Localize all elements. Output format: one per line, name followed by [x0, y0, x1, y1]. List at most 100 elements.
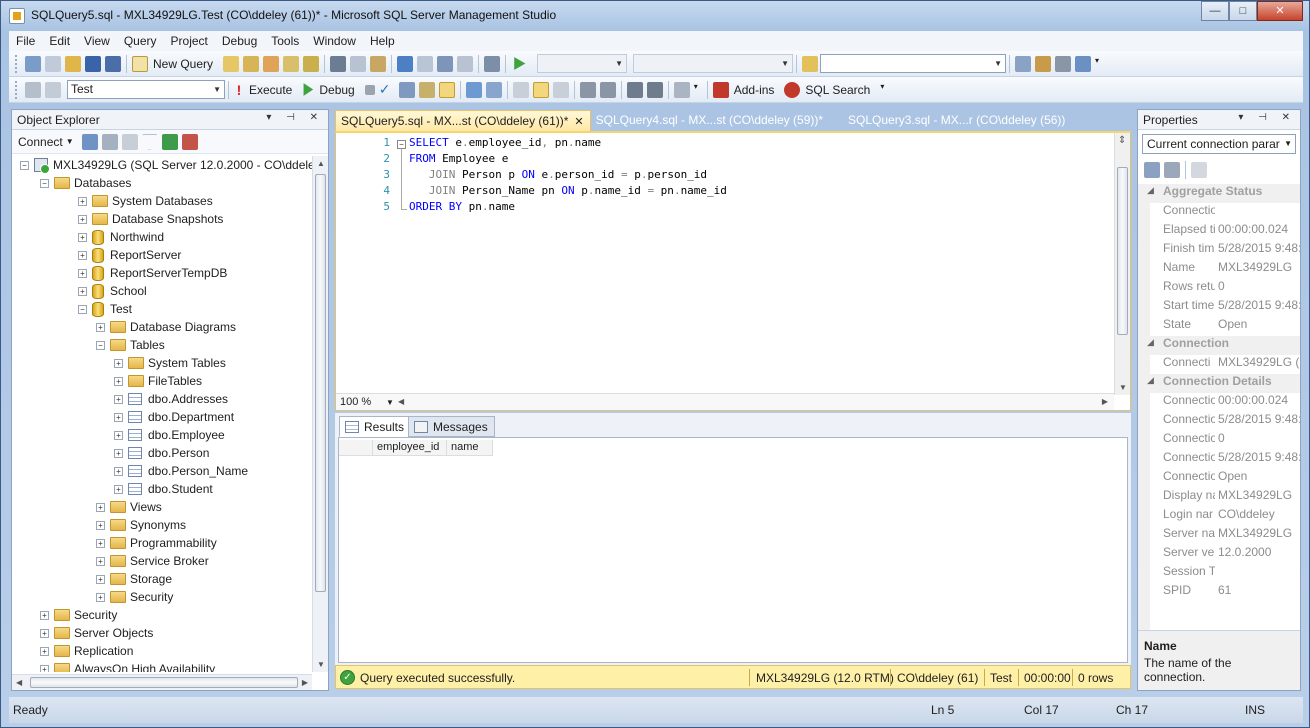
analysis-xmla-query-icon[interactable]: [283, 55, 300, 72]
tree-vertical-scrollbar[interactable]: ▲ ▼: [312, 156, 328, 672]
specify-template-values-icon[interactable]: [673, 81, 690, 98]
scroll-down-icon[interactable]: ▼: [1119, 383, 1127, 392]
results-to-text-icon[interactable]: [512, 81, 529, 98]
add-item-icon[interactable]: [45, 55, 61, 72]
collapse-icon[interactable]: ◢: [1147, 185, 1154, 196]
collapse-icon[interactable]: −: [96, 340, 105, 350]
tree-node[interactable]: + School: [78, 282, 147, 300]
tree-node[interactable]: − MXL34929LG (SQL Server 12.0.2000 - CO\d…: [20, 156, 312, 174]
save-icon[interactable]: [85, 55, 101, 72]
redo-icon[interactable]: [417, 55, 434, 72]
column-header[interactable]: name: [447, 440, 493, 456]
menu-debug[interactable]: Debug: [215, 34, 264, 48]
scroll-right-icon[interactable]: ▶: [302, 678, 308, 687]
tree-node[interactable]: + System Databases: [78, 192, 213, 210]
increase-indent-icon[interactable]: [646, 81, 663, 98]
minimize-button[interactable]: —: [1201, 1, 1229, 21]
tree-node[interactable]: + dbo.Student: [114, 480, 213, 498]
tree-node[interactable]: − Databases: [40, 174, 131, 192]
expand-icon[interactable]: +: [114, 484, 123, 494]
connect-button[interactable]: Connect: [18, 135, 63, 149]
db-engine-query-icon[interactable]: [223, 55, 240, 72]
property-row[interactable]: Connectio 00:00:00.024: [1138, 393, 1300, 412]
collapse-icon[interactable]: ◢: [1147, 375, 1154, 386]
tree-node[interactable]: + System Tables: [114, 354, 226, 372]
tree-node[interactable]: + FileTables: [114, 372, 202, 390]
expand-icon[interactable]: +: [96, 574, 105, 584]
activity-monitor-icon[interactable]: [181, 133, 198, 150]
tab-messages[interactable]: Messages: [408, 416, 495, 437]
expand-icon[interactable]: +: [96, 520, 105, 530]
expand-icon[interactable]: +: [78, 268, 87, 278]
execute-button[interactable]: Execute: [249, 83, 292, 97]
tree-node[interactable]: + dbo.Addresses: [114, 390, 228, 408]
collapse-icon[interactable]: −: [397, 140, 406, 149]
tree-node[interactable]: + Server Objects: [40, 624, 153, 642]
tree-node[interactable]: − Test: [78, 300, 132, 318]
tab-sqlquery5[interactable]: SQLQuery5.sql - MX...st (CO\ddeley (61))…: [335, 110, 591, 131]
sql-search-icon[interactable]: [784, 81, 801, 98]
tree-node[interactable]: + Synonyms: [96, 516, 186, 534]
navigate-backward-icon[interactable]: [437, 55, 454, 72]
tree-node[interactable]: + Security: [96, 588, 173, 606]
change-connection-icon[interactable]: [45, 81, 61, 98]
decrease-indent-icon[interactable]: [626, 81, 643, 98]
results-grid[interactable]: employee_id name: [338, 437, 1128, 663]
new-project-icon[interactable]: [25, 55, 41, 72]
property-row[interactable]: SPID 61: [1138, 583, 1300, 602]
collapse-icon[interactable]: −: [40, 178, 49, 188]
query-designer-icon[interactable]: [418, 81, 435, 98]
properties-window-icon[interactable]: [1055, 55, 1072, 72]
tree-node[interactable]: + ReportServerTempDB: [78, 264, 227, 282]
tree-node[interactable]: + dbo.Department: [114, 408, 234, 426]
tree-node[interactable]: + Replication: [40, 642, 133, 660]
expand-icon[interactable]: +: [96, 538, 105, 548]
expand-icon[interactable]: +: [114, 412, 123, 422]
overflow-icon[interactable]: ▾: [1095, 56, 1103, 72]
solution-config-combo[interactable]: ▼: [537, 54, 628, 73]
scroll-thumb[interactable]: [315, 174, 326, 592]
expand-icon[interactable]: +: [40, 664, 49, 672]
collapse-icon[interactable]: −: [20, 160, 29, 170]
tab-sqlquery3[interactable]: SQLQuery3.sql - MX...r (CO\ddeley (56)): [843, 110, 1071, 131]
results-to-grid-icon[interactable]: [532, 81, 549, 98]
code-line[interactable]: FROM Employee e: [409, 152, 508, 165]
menu-window[interactable]: Window: [306, 34, 363, 48]
scroll-up-icon[interactable]: ▲: [317, 159, 325, 168]
addins-icon[interactable]: [712, 81, 729, 98]
start-icon[interactable]: [514, 57, 526, 70]
menu-query[interactable]: Query: [117, 34, 164, 48]
debug-icon[interactable]: [303, 83, 314, 96]
analysis-dmx-query-icon[interactable]: [263, 55, 280, 72]
stop-icon[interactable]: [121, 133, 138, 150]
tree-node[interactable]: + Database Snapshots: [78, 210, 223, 228]
execute-icon[interactable]: !: [234, 82, 244, 98]
parse-icon[interactable]: ✓: [379, 82, 395, 98]
expand-icon[interactable]: +: [40, 646, 49, 656]
property-row[interactable]: Connectio 5/28/2015 9:48:: [1138, 450, 1300, 469]
property-category[interactable]: ◢ Aggregate Status: [1138, 184, 1300, 203]
cut-icon[interactable]: [330, 55, 347, 72]
tree-node[interactable]: + Views: [96, 498, 162, 516]
expand-icon[interactable]: +: [114, 394, 123, 404]
menu-project[interactable]: Project: [164, 34, 215, 48]
tree-node[interactable]: + dbo.Person_Name: [114, 462, 248, 480]
collapse-icon[interactable]: ◢: [1147, 337, 1154, 348]
available-databases-combo[interactable]: Test ▼: [67, 80, 225, 99]
display-estimated-plan-icon[interactable]: [398, 81, 415, 98]
code-line[interactable]: JOIN Person p ON e.person_id = p.person_…: [409, 168, 707, 181]
expand-icon[interactable]: +: [114, 448, 123, 458]
scroll-thumb[interactable]: [30, 677, 298, 688]
toolbox-icon[interactable]: [1075, 55, 1092, 72]
analysis-mdx-query-icon[interactable]: [243, 55, 260, 72]
property-row[interactable]: Connectio: [1138, 203, 1300, 222]
overflow-icon[interactable]: ▾: [880, 82, 888, 98]
results-to-file-icon[interactable]: [552, 81, 569, 98]
collapse-icon[interactable]: −: [78, 304, 87, 314]
toolbar-grip[interactable]: [15, 80, 19, 99]
property-row[interactable]: State Open: [1138, 317, 1300, 336]
paste-icon[interactable]: [370, 55, 387, 72]
property-row[interactable]: Connectio Open: [1138, 469, 1300, 488]
copy-icon[interactable]: [350, 55, 367, 72]
tree-node[interactable]: + Service Broker: [96, 552, 209, 570]
